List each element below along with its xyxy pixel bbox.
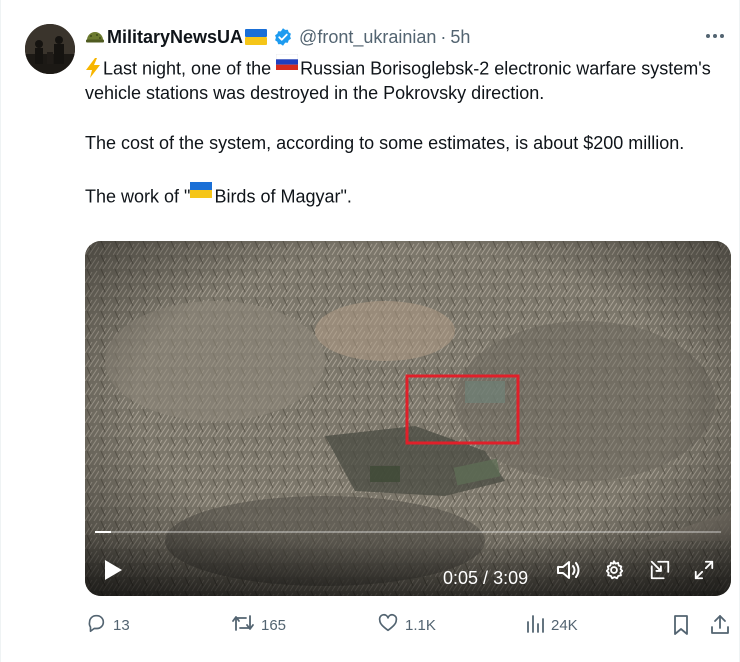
ukraine-flag-emoji <box>190 180 213 205</box>
reply-count: 13 <box>113 616 130 634</box>
volume-icon[interactable] <box>555 557 583 583</box>
russia-flag-emoji <box>276 52 299 77</box>
tweet-text-para3-pre: The work of " <box>85 186 191 207</box>
video-time-readout: 0:05 / 3:09 <box>443 568 528 589</box>
reply-icon <box>85 612 113 638</box>
views-icon <box>525 612 551 638</box>
lightning-emoji <box>85 57 101 78</box>
video-progress-bar[interactable] <box>95 531 721 533</box>
tweet-text-para3-post: Birds of Magyar". <box>214 186 352 207</box>
video-current-time: 0:05 <box>443 568 479 588</box>
repost-icon <box>231 612 261 638</box>
like-icon <box>377 612 405 638</box>
tweet-actions: 13 165 1.1K 24K <box>85 610 731 640</box>
video-time-separator: / <box>478 568 494 588</box>
helmet-emoji <box>85 27 105 47</box>
views-button[interactable]: 24K <box>525 610 578 640</box>
share-icon[interactable] <box>709 610 737 640</box>
video-duration: 3:09 <box>493 568 529 588</box>
fullscreen-icon[interactable] <box>691 557 717 583</box>
verified-badge-icon[interactable] <box>273 27 293 47</box>
like-count: 1.1K <box>405 616 436 634</box>
ukraine-flag-emoji <box>245 29 268 45</box>
header-separator: · <box>440 26 447 47</box>
video-progress-fill <box>95 531 112 533</box>
video-frame <box>85 241 731 596</box>
play-icon[interactable] <box>100 557 126 583</box>
video-player[interactable]: 0:05 / 3:09 <box>85 241 731 596</box>
author-display-name[interactable]: MilitaryNewsUA <box>107 27 243 48</box>
tweet-paragraph-3: The work of " Birds of Magyar". <box>85 180 725 209</box>
tweet-text-line1-pre: Last night, one of the <box>103 58 277 79</box>
views-count: 24K <box>551 616 578 634</box>
tweet-timestamp[interactable]: 5h <box>450 27 470 48</box>
like-button[interactable]: 1.1K <box>377 610 436 640</box>
author-handle[interactable]: @front_ukrainian <box>299 27 436 48</box>
more-icon[interactable] <box>703 26 727 46</box>
tweet-header: MilitaryNewsUA @front_ukrainian · 5h <box>85 24 470 50</box>
tweet-text: Last night, one of the Russian Borisogle… <box>85 52 725 209</box>
settings-icon[interactable] <box>601 557 627 583</box>
reply-button[interactable]: 13 <box>85 610 130 640</box>
tweet-paragraph-2: The cost of the system, according to som… <box>85 132 685 153</box>
tweet-card[interactable]: MilitaryNewsUA @front_ukrainian · 5h Las… <box>0 0 740 662</box>
repost-count: 165 <box>261 616 287 634</box>
picture-in-picture-icon[interactable] <box>647 557 673 583</box>
bookmark-icon[interactable] <box>671 610 697 640</box>
repost-button[interactable]: 165 <box>231 610 286 640</box>
tweet-paragraph-1: Last night, one of the Russian Borisogle… <box>85 52 725 106</box>
avatar[interactable] <box>25 24 75 74</box>
